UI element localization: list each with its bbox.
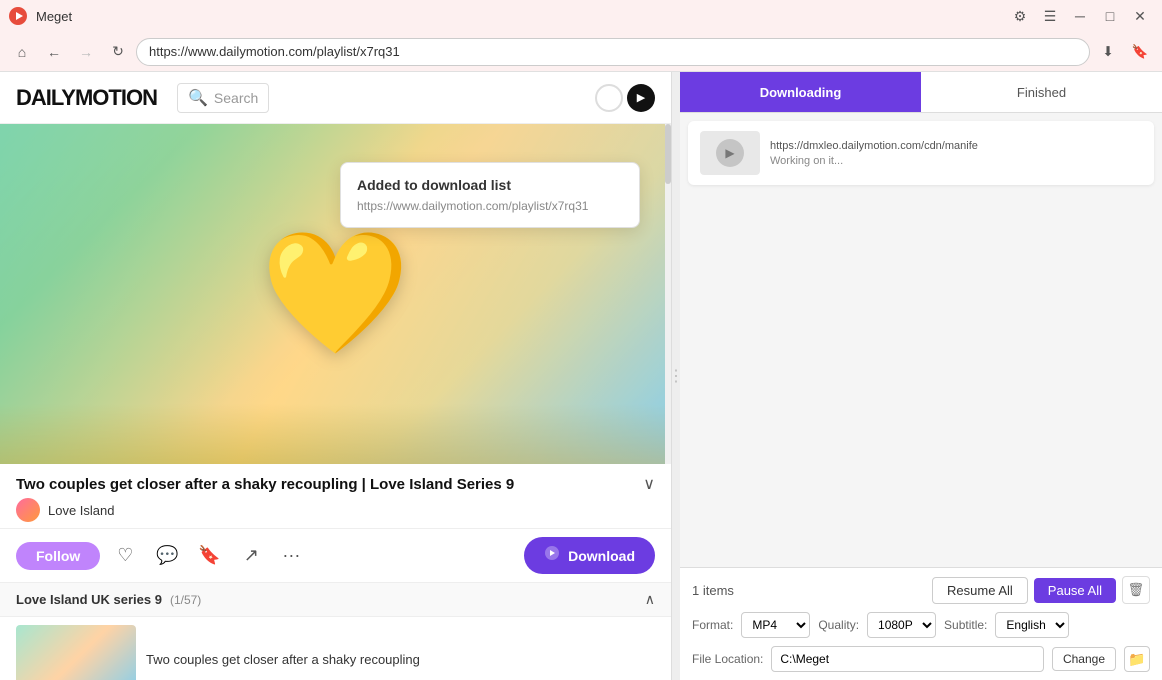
quality-select[interactable]: 1080P 720P 480P [867, 612, 936, 638]
expand-button[interactable]: ∨ [643, 474, 655, 494]
heart-icon: 💛 [261, 224, 410, 364]
file-location-input[interactable] [771, 646, 1044, 672]
refresh-button[interactable]: ↻ [104, 38, 132, 66]
comment-button[interactable]: 💬 [150, 539, 184, 573]
download-item: ▶ https://dmxleo.dailymotion.com/cdn/man… [688, 121, 1154, 185]
panel-divider[interactable]: ⋮ [672, 72, 680, 680]
download-nav-button[interactable]: ⬇ [1094, 38, 1122, 66]
items-count: 1 items [692, 583, 734, 598]
more-button[interactable]: ··· [276, 541, 306, 571]
action-bar: Follow ♡ 💬 🔖 ↗ ··· Download [0, 529, 671, 583]
playlist-item[interactable]: Two couples get closer after a shaky rec… [0, 617, 671, 680]
playlist-row: Love Island UK series 9 (1/57) ∧ [0, 583, 671, 617]
scrollbar[interactable] [665, 124, 671, 464]
download-button[interactable]: Download [524, 537, 655, 574]
open-folder-button[interactable]: 📁 [1124, 646, 1150, 672]
share-button[interactable]: ↗ [234, 539, 268, 573]
share-icon: ↗ [244, 545, 259, 566]
items-row: 1 items Resume All Pause All 🗑 [692, 576, 1150, 604]
download-info: https://dmxleo.dailymotion.com/cdn/manif… [770, 140, 1142, 167]
bookmark-icon: 🔖 [198, 545, 220, 566]
header-icon-2: ▶ [627, 84, 655, 112]
playlist-thumbnail [16, 625, 136, 680]
delete-button[interactable]: 🗑 [1122, 576, 1150, 604]
main-layout: DAILYMOTION 🔍 Search ▶ Added to download… [0, 72, 1162, 680]
popup-url: https://www.dailymotion.com/playlist/x7r… [357, 199, 623, 213]
home-button[interactable]: ⌂ [8, 38, 36, 66]
channel-name: Love Island [48, 503, 115, 518]
bookmark-button[interactable]: 🔖 [192, 539, 226, 573]
app-logo-icon [8, 6, 28, 26]
bottom-controls: 1 items Resume All Pause All 🗑 Format: M… [680, 567, 1162, 680]
thumbnail-image [16, 625, 136, 680]
dailymotion-logo: DAILYMOTION [16, 85, 157, 111]
change-location-button[interactable]: Change [1052, 647, 1116, 671]
window-controls: ⚙ ☰ ─ □ ✕ [1006, 2, 1154, 30]
browser-panel: DAILYMOTION 🔍 Search ▶ Added to download… [0, 72, 672, 680]
download-status: Working on it... [770, 155, 1142, 167]
subtitle-select[interactable]: English None [995, 612, 1069, 638]
delete-icon: 🗑 [1128, 582, 1145, 598]
playlist-item-title: Two couples get closer after a shaky rec… [146, 652, 420, 667]
download-thumbnail: ▶ [700, 131, 760, 175]
download-list: ▶ https://dmxleo.dailymotion.com/cdn/man… [680, 113, 1162, 567]
search-bar[interactable]: 🔍 Search [177, 83, 269, 113]
close-button[interactable]: ✕ [1126, 2, 1154, 30]
subtitle-label: Subtitle: [944, 618, 987, 632]
menu-button[interactable]: ☰ [1036, 2, 1064, 30]
comment-icon: 💬 [156, 545, 178, 566]
tab-downloading[interactable]: Downloading [680, 72, 921, 112]
format-row: Format: MP4 MP3 WebM Quality: 1080P 720P… [692, 612, 1150, 638]
title-bar: Meget ⚙ ☰ ─ □ ✕ [0, 0, 1162, 32]
pause-all-button[interactable]: Pause All [1034, 578, 1116, 603]
nav-bar: ⌂ ← → ↻ ⬇ 🔖 [0, 32, 1162, 72]
download-popup: Added to download list https://www.daily… [340, 162, 640, 228]
playlist-info: Love Island UK series 9 (1/57) [16, 592, 201, 607]
format-select[interactable]: MP4 MP3 WebM [741, 612, 810, 638]
like-icon: ♡ [117, 545, 133, 566]
download-button-icon [544, 545, 560, 566]
dailymotion-header: DAILYMOTION 🔍 Search ▶ [0, 72, 671, 124]
control-buttons: Resume All Pause All 🗑 [932, 576, 1150, 604]
scrollbar-thumb [665, 124, 671, 184]
channel-row: Love Island [16, 498, 655, 522]
channel-avatar [16, 498, 40, 522]
video-title-row: Two couples get closer after a shaky rec… [16, 474, 655, 494]
like-button[interactable]: ♡ [108, 539, 142, 573]
tab-finished[interactable]: Finished [921, 72, 1162, 112]
download-panel: Downloading Finished ▶ https://dmxleo.da… [680, 72, 1162, 680]
video-title: Two couples get closer after a shaky rec… [16, 476, 643, 493]
play-icon: ▶ [716, 139, 744, 167]
playlist-count: (1/57) [170, 593, 201, 607]
file-location-row: File Location: Change 📁 [692, 646, 1150, 672]
forward-button[interactable]: → [72, 38, 100, 66]
playlist-toggle-button[interactable]: ∧ [645, 591, 655, 608]
download-url: https://dmxleo.dailymotion.com/cdn/manif… [770, 140, 1142, 152]
maximize-button[interactable]: □ [1096, 2, 1124, 30]
format-label: Format: [692, 618, 733, 632]
back-button[interactable]: ← [40, 38, 68, 66]
search-icon: 🔍 [188, 88, 208, 108]
app-title: Meget [36, 9, 1006, 24]
resume-all-button[interactable]: Resume All [932, 577, 1028, 604]
search-placeholder: Search [214, 90, 258, 106]
playlist-title: Love Island UK series 9 [16, 592, 162, 607]
header-nav-icon [595, 84, 623, 112]
download-button-label: Download [568, 548, 635, 564]
address-bar[interactable] [136, 38, 1090, 66]
file-location-label: File Location: [692, 652, 763, 666]
folder-icon: 📁 [1128, 651, 1145, 668]
follow-button[interactable]: Follow [16, 542, 100, 570]
settings-button[interactable]: ⚙ [1006, 2, 1034, 30]
minimize-button[interactable]: ─ [1066, 2, 1094, 30]
popup-title: Added to download list [357, 177, 623, 193]
quality-label: Quality: [818, 618, 859, 632]
bookmark-nav-button[interactable]: 🔖 [1126, 38, 1154, 66]
video-info: Two couples get closer after a shaky rec… [0, 464, 671, 529]
download-tabs: Downloading Finished [680, 72, 1162, 113]
